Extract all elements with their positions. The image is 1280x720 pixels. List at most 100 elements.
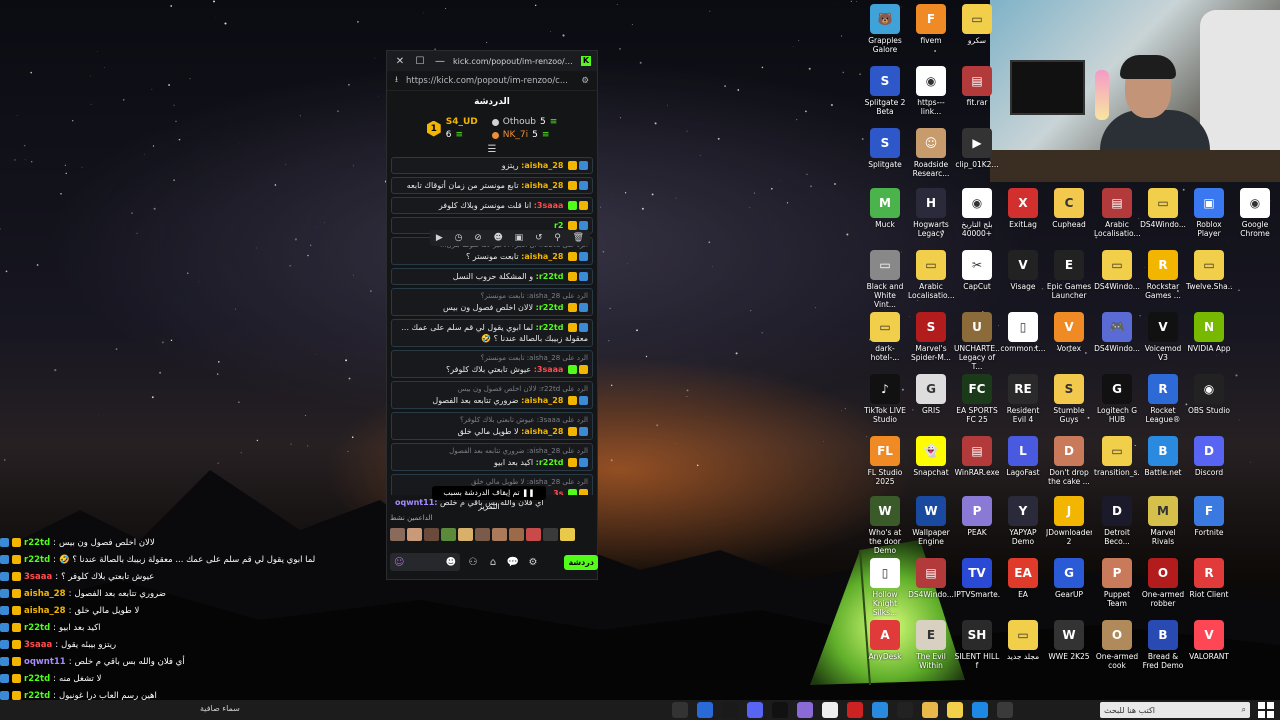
desktop-icon[interactable]: S Splitgate	[862, 128, 908, 169]
message-user[interactable]: oqwnt11:	[395, 498, 437, 507]
taskbar-app-icon[interactable]	[947, 702, 963, 718]
desktop-icon[interactable]: ▯ Hollow Knight Silks...	[862, 558, 908, 617]
supporter-avatar[interactable]	[509, 528, 524, 541]
message-user[interactable]: 3saaa:	[534, 365, 564, 374]
desktop-icon[interactable]: ◉ https---link...	[908, 66, 954, 116]
desktop-icon[interactable]: O One-armed robber	[1140, 558, 1186, 608]
supporter-avatar[interactable]	[560, 528, 575, 541]
desktop-icon[interactable]: RE Resident Evil 4	[1000, 374, 1046, 424]
minimize-icon[interactable]: —	[433, 56, 447, 67]
taskbar-app-icon[interactable]	[672, 702, 688, 718]
message-user[interactable]: r22td:	[536, 458, 564, 467]
desktop-icon[interactable]: SH SILENT HILL f	[954, 620, 1000, 670]
desktop-icon[interactable]: ▤ DS4Windo...	[908, 558, 954, 599]
taskbar-app-icon[interactable]	[847, 702, 863, 718]
desktop-icon[interactable]: V Vortex	[1046, 312, 1092, 353]
taskbar-app-icon[interactable]	[722, 702, 738, 718]
desktop-icon[interactable]: W Wallpaper Engine	[908, 496, 954, 546]
people-icon[interactable]: ⚇	[466, 557, 480, 568]
play-icon[interactable]: ▶	[436, 233, 443, 243]
desktop-icon[interactable]: E Epic Games Launcher	[1046, 250, 1092, 300]
send-chat-button[interactable]: دردشة	[564, 554, 598, 570]
chat-message[interactable]: الرد على r22td: لالان اخلص فصول ون بيس a…	[391, 381, 593, 409]
leaderboard-third[interactable]: NK_7i 5 ≡	[491, 130, 558, 140]
desktop-icon[interactable]: Y YAPYAP Demo	[1000, 496, 1046, 546]
taskbar-app-icon[interactable]	[972, 702, 988, 718]
chat-message[interactable]: الرد على aisha_28: ضروري تتابعه بعد الفص…	[391, 443, 593, 471]
supporter-avatar[interactable]	[526, 528, 541, 541]
leaderboard-second[interactable]: Othoub 5 ≡	[491, 117, 557, 127]
message-user[interactable]: 3saaa:	[534, 201, 564, 210]
desktop-icon[interactable]: R Rockstar Games ...	[1140, 250, 1186, 300]
supporter-avatar[interactable]	[475, 528, 490, 541]
url-text[interactable]: https://kick.com/popout/im-renzoo/c...	[406, 76, 573, 86]
store-icon[interactable]: ⌂	[486, 557, 500, 568]
desktop-icon[interactable]: ▯ common.t...	[1000, 312, 1046, 353]
desktop-icon[interactable]: ▤ fit.rar	[954, 66, 1000, 107]
desktop-icon[interactable]: W Who's at the door Demo	[862, 496, 908, 555]
message-user[interactable]: r22td:	[536, 323, 564, 332]
chat-message[interactable]: aisha_28: ريتزو	[391, 157, 593, 174]
delete-icon[interactable]: 🗑	[573, 233, 584, 243]
desktop-icon[interactable]: M Muck	[862, 188, 908, 229]
desktop-icon[interactable]: S Stumble Guys	[1046, 374, 1092, 424]
ban-icon[interactable]: ⊘	[474, 233, 482, 243]
desktop-icon[interactable]: ◉ بلج التاريخ +40000	[954, 188, 1000, 238]
supporter-avatar[interactable]	[492, 528, 507, 541]
desktop-icon[interactable]: P Puppet Team	[1094, 558, 1140, 608]
desktop-icon[interactable]: 👻 Snapchat	[908, 436, 954, 477]
desktop-icon[interactable]: V Voicemod V3	[1140, 312, 1186, 362]
desktop-icon[interactable]: FL FL Studio 2025	[862, 436, 908, 486]
chat-input[interactable]: ☺ ☻	[390, 553, 460, 571]
reply-icon[interactable]: ↺	[535, 233, 543, 243]
taskbar-app-icon[interactable]	[922, 702, 938, 718]
desktop-icon[interactable]: FC EA SPORTS FC 25	[954, 374, 1000, 424]
taskbar-app-icon[interactable]	[822, 702, 838, 718]
taskbar-app-icon[interactable]	[747, 702, 763, 718]
desktop-icon[interactable]: A AnyDesk	[862, 620, 908, 661]
desktop-icon[interactable]: P PEAK	[954, 496, 1000, 537]
desktop-icon[interactable]: ▭ Arabic Localisatio...	[908, 250, 954, 300]
settings-sliders-icon[interactable]: ⚙	[581, 76, 589, 86]
message-user[interactable]: r2	[554, 221, 564, 230]
desktop-icon[interactable]: U UNCHARTE... Legacy of T...	[954, 312, 1000, 371]
message-user[interactable]: 3s	[553, 489, 563, 495]
desktop-icon[interactable]: V VALORANT	[1186, 620, 1232, 661]
taskbar-app-icon[interactable]	[997, 702, 1013, 718]
chat-paused-notice[interactable]: ❚❚ تم إيقاف الدردشة بسبب التمرير	[432, 486, 546, 511]
supporter-avatar[interactable]	[407, 528, 422, 541]
desktop-icon[interactable]: E The Evil Within	[908, 620, 954, 670]
chat-bubble-icon[interactable]: 💬	[506, 557, 520, 568]
desktop-icon[interactable]: ▤ Arabic Localisatio...	[1094, 188, 1140, 238]
supporter-avatar[interactable]	[424, 528, 439, 541]
desktop-icon[interactable]: B Battle.net	[1140, 436, 1186, 477]
desktop-icon[interactable]: TV IPTVSmarte...	[954, 558, 1000, 599]
taskbar-app-icon[interactable]	[772, 702, 788, 718]
desktop-icon[interactable]: X ExitLag	[1000, 188, 1046, 229]
taskbar-search[interactable]: ⌕ اكتب هنا للبحث	[1100, 702, 1250, 718]
message-user[interactable]: aisha_28:	[521, 181, 563, 190]
desktop-icon[interactable]: O One-armed cook	[1094, 620, 1140, 670]
desktop-icon[interactable]: ▭ DS4Windo...	[1140, 188, 1186, 229]
desktop-icon[interactable]: ▭ Black and White Vint...	[862, 250, 908, 309]
chat-message[interactable]: r22td: و المشكلة حروب النسل	[391, 268, 593, 285]
chat-message[interactable]: aisha_28: تابع مونستر من زمان أتوقاك تاب…	[391, 177, 593, 194]
desktop-icon[interactable]: ▶ clip_01K2...	[954, 128, 1000, 169]
weather-widget[interactable]: سماء صافية	[200, 704, 240, 713]
message-user[interactable]: aisha_28:	[521, 396, 563, 405]
taskbar-app-icon[interactable]	[797, 702, 813, 718]
desktop-icon[interactable]: J JDownloader 2	[1046, 496, 1092, 546]
desktop-icon[interactable]: 🎮 DS4Windo...	[1094, 312, 1140, 353]
desktop-icon[interactable]: G GearUP	[1046, 558, 1092, 599]
supporter-avatar[interactable]	[390, 528, 405, 541]
taskbar-app-icon[interactable]	[697, 702, 713, 718]
desktop-icon[interactable]: ✂ CapCut	[954, 250, 1000, 291]
desktop-icon[interactable]: M Marvel Rivals	[1140, 496, 1186, 546]
chat-message[interactable]: r22td: لما ابوي يقول لي قم سلم على عمك .…	[391, 319, 593, 347]
message-user[interactable]: r22td:	[536, 272, 564, 281]
pin-icon[interactable]: ⚲	[554, 233, 561, 243]
desktop-icon[interactable]: C Cuphead	[1046, 188, 1092, 229]
desktop-icon[interactable]: ☺ Roadside Researc...	[908, 128, 954, 178]
supporter-avatar[interactable]	[543, 528, 558, 541]
chat-message[interactable]: الرد على aisha_28: تابعت مونستر؟ 3saaa: …	[391, 350, 593, 378]
